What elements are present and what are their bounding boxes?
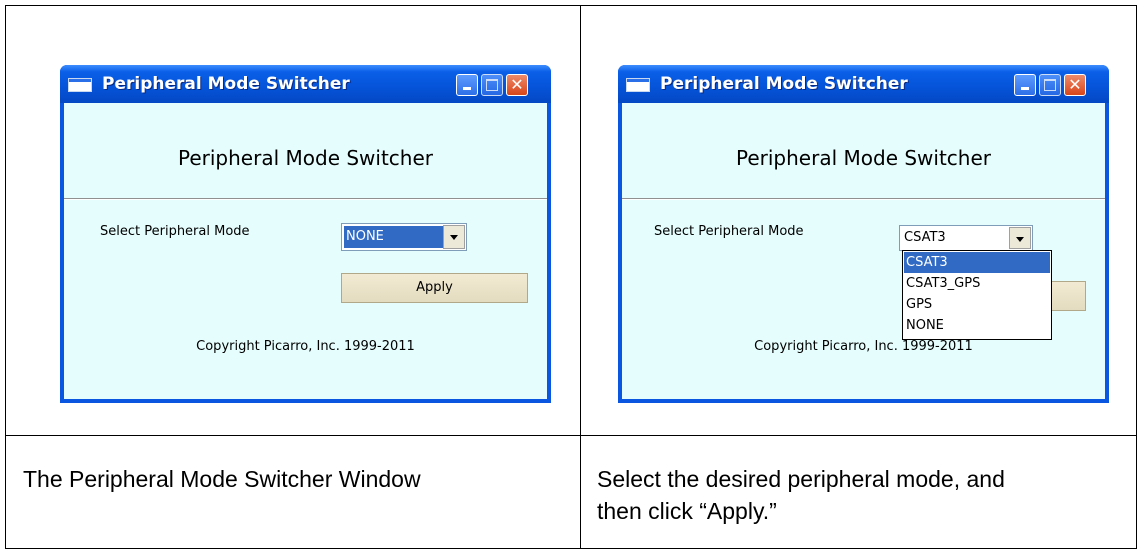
minimize-icon	[463, 87, 471, 90]
app-window-left: Peripheral Mode Switcher ✕ Peripheral Mo…	[60, 65, 551, 403]
apply-button[interactable]: Apply	[341, 273, 528, 303]
chevron-down-icon[interactable]	[443, 225, 465, 249]
table-row-divider	[5, 435, 1137, 436]
separator	[64, 198, 547, 200]
window-client-area: Peripheral Mode Switcher Select Peripher…	[64, 103, 547, 399]
dropdown-option-gps[interactable]: GPS	[904, 294, 1050, 315]
dropdown-option-csat3[interactable]: CSAT3	[904, 252, 1050, 273]
copyright-text: Copyright Picarro, Inc. 1999-2011	[196, 339, 415, 354]
dropdown-option-csat3-gps[interactable]: CSAT3_GPS	[904, 273, 1050, 294]
minimize-button[interactable]	[1014, 74, 1036, 96]
caption-right-line-2: then click “Apply.”	[597, 498, 777, 524]
mode-label: Select Peripheral Mode	[654, 224, 804, 239]
window-title: Peripheral Mode Switcher	[102, 74, 350, 94]
chevron-down-icon[interactable]	[1009, 227, 1031, 249]
window-client-area: Peripheral Mode Switcher Select Peripher…	[622, 103, 1105, 399]
close-icon: ✕	[1068, 75, 1082, 94]
caption-left: The Peripheral Mode Switcher Window	[23, 466, 421, 492]
mode-select[interactable]: CSAT3	[899, 225, 1033, 251]
dropdown-option-none[interactable]: NONE	[904, 315, 1050, 336]
mode-select-value: CSAT3	[904, 230, 946, 245]
window-heading: Peripheral Mode Switcher	[736, 146, 991, 170]
maximize-button[interactable]	[481, 74, 503, 96]
close-button[interactable]: ✕	[506, 74, 528, 96]
window-icon	[626, 78, 650, 92]
minimize-button[interactable]	[456, 74, 478, 96]
title-bar[interactable]: Peripheral Mode Switcher ✕	[618, 65, 1109, 103]
maximize-icon	[1044, 79, 1056, 91]
close-icon: ✕	[510, 75, 524, 94]
mode-select-value: NONE	[344, 226, 444, 248]
copyright-text: Copyright Picarro, Inc. 1999-2011	[754, 339, 973, 354]
close-button[interactable]: ✕	[1064, 74, 1086, 96]
mode-select[interactable]: NONE	[341, 223, 467, 251]
mode-label: Select Peripheral Mode	[100, 224, 250, 239]
caption-right-line-1: Select the desired peripheral mode, and	[597, 466, 1005, 492]
window-heading: Peripheral Mode Switcher	[178, 146, 433, 170]
minimize-icon	[1021, 87, 1029, 90]
app-window-right: Peripheral Mode Switcher ✕ Peripheral Mo…	[618, 65, 1109, 403]
mode-dropdown-list: CSAT3 CSAT3_GPS GPS NONE	[902, 250, 1052, 340]
table-column-divider	[580, 5, 581, 549]
maximize-icon	[486, 79, 498, 91]
window-title: Peripheral Mode Switcher	[660, 74, 908, 94]
maximize-button[interactable]	[1039, 74, 1061, 96]
title-bar[interactable]: Peripheral Mode Switcher ✕	[60, 65, 551, 103]
separator	[622, 198, 1105, 200]
window-icon	[68, 78, 92, 92]
